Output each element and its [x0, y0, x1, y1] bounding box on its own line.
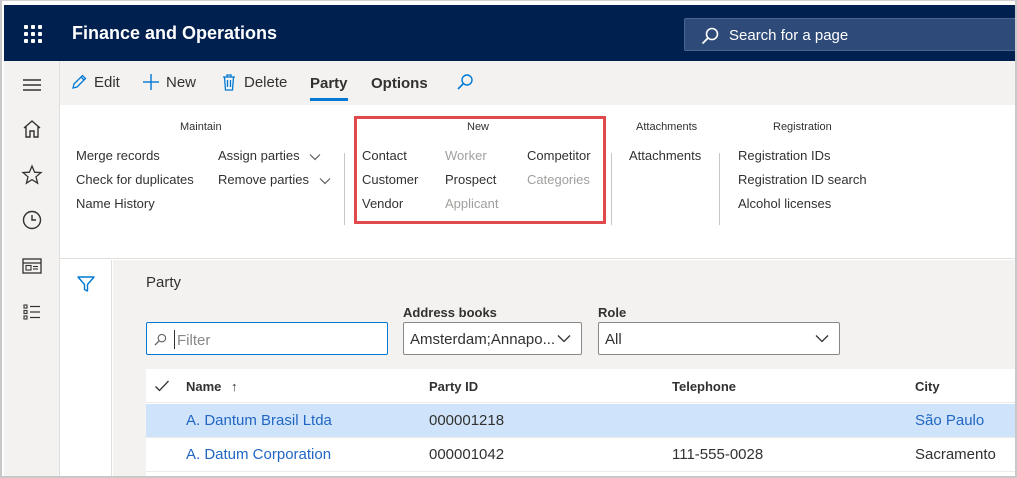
address-books-dropdown[interactable]: Amsterdam;Annapo...: [403, 322, 582, 355]
sort-ascending-icon: ↑: [231, 379, 238, 394]
registration-ids-button[interactable]: Registration IDs: [738, 148, 830, 163]
new-vendor-button[interactable]: Vendor: [362, 196, 403, 211]
role-value: All: [605, 331, 622, 348]
quick-filter-input[interactable]: Filter: [146, 322, 388, 355]
registration-id-search-button[interactable]: Registration ID search: [738, 172, 867, 187]
grid-header: Name ↑ Party ID Telephone City: [146, 369, 1015, 403]
role-label: Role: [598, 305, 627, 320]
star-icon[interactable]: [20, 163, 44, 187]
search-placeholder: Search for a page: [729, 27, 849, 44]
new-prospect-button[interactable]: Prospect: [445, 172, 496, 187]
check-duplicates-button[interactable]: Check for duplicates: [76, 172, 194, 187]
filter-placeholder: Filter: [177, 332, 211, 349]
home-icon[interactable]: [20, 117, 44, 141]
search-icon: [701, 27, 719, 45]
group-title-attachments: Attachments: [636, 121, 698, 133]
chevron-down-icon: [309, 153, 321, 160]
chevron-down-icon: [815, 335, 829, 343]
pencil-icon: [72, 74, 87, 89]
new-label: New: [166, 73, 197, 91]
hamburger-icon[interactable]: [20, 73, 44, 97]
assign-parties-label: Assign parties: [218, 148, 300, 163]
row-city: Sacramento: [915, 446, 996, 463]
address-books-label: Address books: [403, 305, 497, 320]
ribbon-divider: [611, 153, 612, 225]
merge-records-button[interactable]: Merge records: [76, 148, 160, 163]
workspace-icon[interactable]: [20, 254, 44, 278]
trash-icon: [223, 74, 235, 91]
role-dropdown[interactable]: All: [598, 322, 840, 355]
new-customer-button[interactable]: Customer: [362, 172, 418, 187]
new-competitor-button[interactable]: Competitor: [527, 148, 591, 163]
new-contact-button[interactable]: Contact: [362, 148, 407, 163]
attachments-button[interactable]: Attachments: [629, 148, 701, 163]
text-caret: [174, 330, 175, 349]
left-navigation: [4, 61, 60, 476]
ribbon-divider: [719, 153, 720, 225]
top-bar: Finance and Operations Search for a page: [4, 5, 1015, 61]
select-all-checkmark-icon[interactable]: [154, 379, 170, 393]
modules-list-icon[interactable]: [20, 300, 44, 324]
group-title-registration: Registration: [773, 121, 832, 133]
party-list-page: Party Filter Address books Amsterdam;Ann…: [113, 260, 1015, 476]
tab-options[interactable]: Options: [371, 75, 428, 92]
table-row[interactable]: A. Dantum Brasil Ltda 000001218 São Paul…: [146, 404, 1015, 438]
name-history-button[interactable]: Name History: [76, 196, 155, 211]
row-name-link[interactable]: A. Dantum Brasil Ltda: [186, 412, 332, 429]
page-title: Party: [146, 274, 182, 291]
remove-parties-label: Remove parties: [218, 172, 310, 187]
party-grid: Name ↑ Party ID Telephone City A. Dantum…: [146, 369, 1015, 476]
column-name-label: Name: [186, 379, 222, 394]
search-icon: [154, 333, 167, 346]
delete-label: Delete: [244, 73, 288, 91]
table-row[interactable]: A. Datum Corporation 000001042 111-555-0…: [146, 438, 1015, 472]
assign-parties-menu[interactable]: Assign parties: [218, 148, 321, 163]
app-launcher-icon[interactable]: [24, 25, 42, 43]
filter-pane-strip: [60, 260, 112, 476]
group-title-new: New: [467, 121, 490, 133]
filter-funnel-icon[interactable]: [76, 274, 96, 294]
app-frame: Finance and Operations Search for a page: [0, 0, 1017, 478]
column-header-party-id[interactable]: Party ID: [429, 379, 478, 394]
group-title-maintain: Maintain: [180, 121, 222, 133]
chevron-down-icon: [557, 335, 571, 343]
tab-party[interactable]: Party: [310, 75, 348, 101]
page-search-box[interactable]: Search for a page: [684, 18, 1015, 51]
row-city: São Paulo: [915, 412, 985, 429]
categories-button: Categories: [527, 172, 590, 187]
row-party-id: 000001218: [429, 412, 505, 429]
ribbon-divider: [344, 153, 345, 225]
delete-button[interactable]: Delete: [220, 73, 287, 91]
address-books-value: Amsterdam;Annapo...: [410, 331, 556, 348]
new-applicant-button: Applicant: [445, 196, 499, 211]
action-search-icon[interactable]: [456, 73, 474, 91]
new-worker-button: Worker: [445, 148, 487, 163]
new-button[interactable]: New: [142, 73, 196, 91]
clock-icon[interactable]: [20, 208, 44, 232]
plus-icon: [143, 74, 159, 90]
alcohol-licenses-button[interactable]: Alcohol licenses: [738, 196, 831, 211]
column-header-city[interactable]: City: [915, 379, 940, 394]
column-header-name[interactable]: Name ↑: [186, 379, 238, 394]
row-party-id: 000001042: [429, 446, 505, 463]
ribbon-party: Maintain Merge records Check for duplica…: [60, 105, 1015, 259]
column-header-telephone[interactable]: Telephone: [672, 379, 736, 394]
chevron-down-icon: [319, 177, 331, 184]
app-title[interactable]: Finance and Operations: [72, 23, 277, 44]
edit-button[interactable]: Edit: [70, 73, 120, 91]
action-pane: Edit New Delete Party Options: [60, 61, 1015, 105]
edit-label: Edit: [94, 73, 120, 91]
row-name-link[interactable]: A. Datum Corporation: [186, 446, 331, 463]
remove-parties-menu[interactable]: Remove parties: [218, 172, 331, 187]
row-telephone: 111-555-0028: [672, 446, 764, 463]
